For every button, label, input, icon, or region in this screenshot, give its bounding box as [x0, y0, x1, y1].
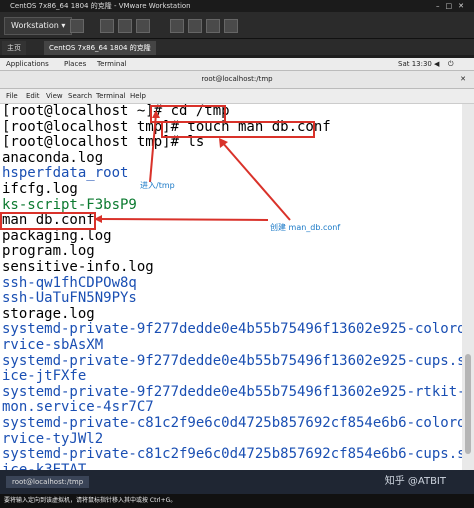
menu-file[interactable]: File [6, 89, 18, 103]
applications-menu[interactable]: Applications [6, 58, 49, 70]
terminal-titlebar: root@localhost:/tmp ✕ [0, 71, 474, 89]
menu-search[interactable]: Search [68, 89, 92, 103]
terminal-output[interactable]: ice-k3ETAT systemd-private-c81c2f9e6c0d47… [0, 104, 462, 470]
taskbar: root@localhost:/tmp 知乎 @ATBIT [0, 470, 474, 494]
revert-icon[interactable] [118, 19, 132, 33]
power-icon[interactable] [70, 19, 84, 33]
annotation-arrows [94, 110, 291, 223]
workstation-menu-button[interactable]: Workstation ▾ [4, 17, 73, 35]
tab-vm[interactable]: CentOS 7x86_64 1804 的克隆 [44, 41, 156, 55]
menu-view[interactable]: View [46, 89, 63, 103]
menu-help[interactable]: Help [130, 89, 146, 103]
terminal-scrollbar[interactable] [462, 104, 474, 470]
vmware-status-hint: 要将输入定向到该虚拟机，请将鼠标指针移入其中或按 Ctrl+G。 [0, 494, 474, 508]
clock[interactable]: Sat 13:30 [398, 58, 432, 70]
menu-edit[interactable]: Edit [26, 89, 40, 103]
fullscreen-icon[interactable] [188, 19, 202, 33]
window-controls[interactable]: –□✕ [436, 0, 470, 12]
vmware-tabs: 主页 CentOS 7x86_64 1804 的克隆 [0, 39, 474, 55]
vmware-toolbar: Workstation ▾ [0, 12, 474, 39]
watermark: 知乎 @ATBIT [384, 476, 446, 487]
places-menu[interactable]: Places [64, 58, 86, 70]
snapshot-icon[interactable] [100, 19, 114, 33]
manage-icon[interactable] [136, 19, 150, 33]
window-title: CentOS 7x86_64 1804 的克隆 - VMware Worksta… [10, 2, 191, 10]
close-icon[interactable]: ✕ [460, 71, 466, 88]
power-menu-icon[interactable]: ⏻ [448, 58, 454, 70]
console-icon[interactable] [224, 19, 238, 33]
gnome-top-bar: Applications Places Terminal Sat 13:30 ◀… [0, 58, 474, 71]
vmware-titlebar: CentOS 7x86_64 1804 的克隆 - VMware Worksta… [0, 0, 474, 12]
view-icon[interactable] [170, 19, 184, 33]
unity-icon[interactable] [206, 19, 220, 33]
terminal-menu[interactable]: Terminal [97, 58, 127, 70]
menu-terminal[interactable]: Terminal [96, 89, 126, 103]
annotation-create-file: 创建 man_db.conf [270, 223, 341, 232]
scroll-thumb[interactable] [465, 354, 471, 454]
annotation-enter-tmp: 进入/tmp [140, 181, 175, 190]
tab-home[interactable]: 主页 [2, 41, 26, 55]
terminal-menubar: File Edit View Search Terminal Help [0, 89, 474, 104]
taskbar-terminal-item[interactable]: root@localhost:/tmp [6, 476, 90, 488]
terminal-title: root@localhost:/tmp [201, 75, 273, 83]
volume-icon[interactable]: ◀ [434, 58, 439, 70]
